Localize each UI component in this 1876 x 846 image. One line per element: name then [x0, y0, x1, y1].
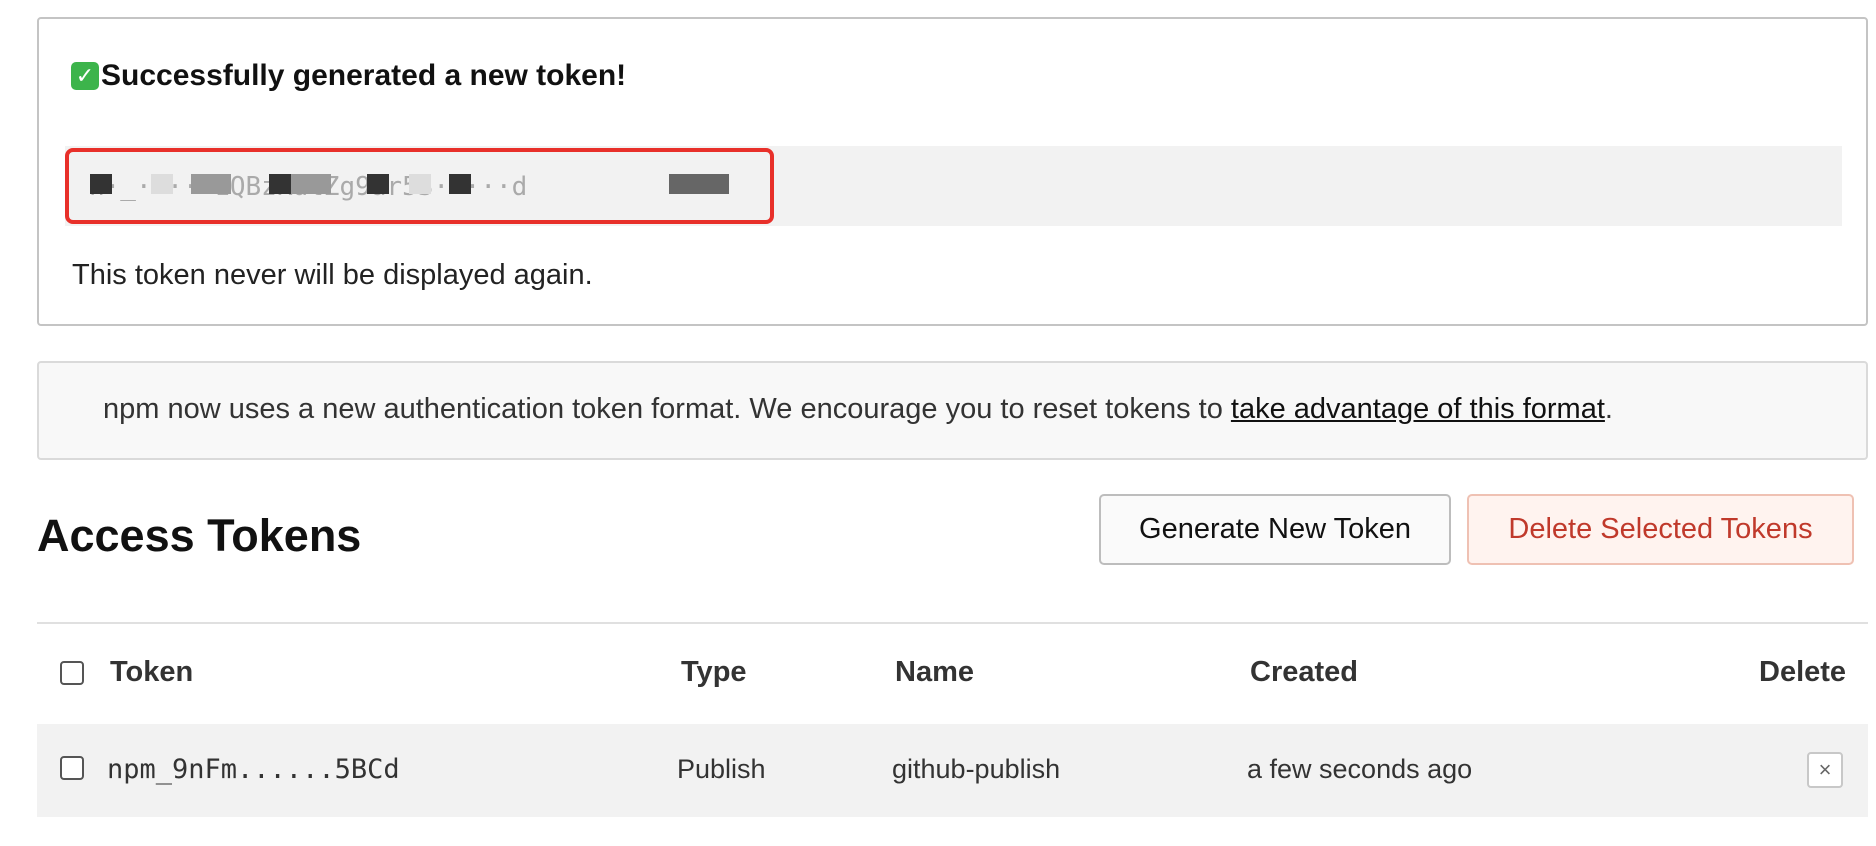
token-name: github-publish — [892, 754, 1061, 784]
column-header-created: Created — [1250, 656, 1358, 688]
page-title: Access Tokens — [37, 510, 362, 561]
token-highlight-box — [65, 148, 774, 224]
token-success-panel: ✓ Successfully generated a new token! n·… — [37, 17, 1868, 326]
delete-token-button[interactable]: × — [1807, 752, 1843, 788]
token-type: Publish — [677, 754, 766, 784]
success-title-text: Successfully generated a new token! — [101, 59, 627, 92]
table-row: npm_9nFm......5BCd Publish github-publis… — [37, 724, 1868, 817]
success-title: ✓ Successfully generated a new token! — [71, 59, 626, 93]
row-checkbox[interactable] — [60, 756, 84, 780]
column-header-token: Token — [110, 656, 194, 688]
select-all-checkbox[interactable] — [60, 661, 84, 685]
divider — [37, 622, 1868, 624]
token-id: npm_9nFm......5BCd — [107, 754, 400, 785]
token-format-notice: npm now uses a new authentication token … — [37, 361, 1868, 460]
notice-text: npm now uses a new authentication token … — [103, 393, 1613, 425]
delete-selected-tokens-button[interactable]: Delete Selected Tokens — [1467, 494, 1854, 565]
column-header-type: Type — [681, 656, 747, 688]
token-warning-note: This token never will be displayed again… — [72, 259, 593, 291]
token-created: a few seconds ago — [1247, 754, 1473, 784]
column-header-name: Name — [895, 656, 974, 688]
column-header-delete: Delete — [1759, 656, 1847, 688]
format-info-link[interactable]: take advantage of this format — [1231, 393, 1605, 425]
generate-new-token-button[interactable]: Generate New Token — [1099, 494, 1451, 565]
check-icon: ✓ — [71, 62, 99, 90]
